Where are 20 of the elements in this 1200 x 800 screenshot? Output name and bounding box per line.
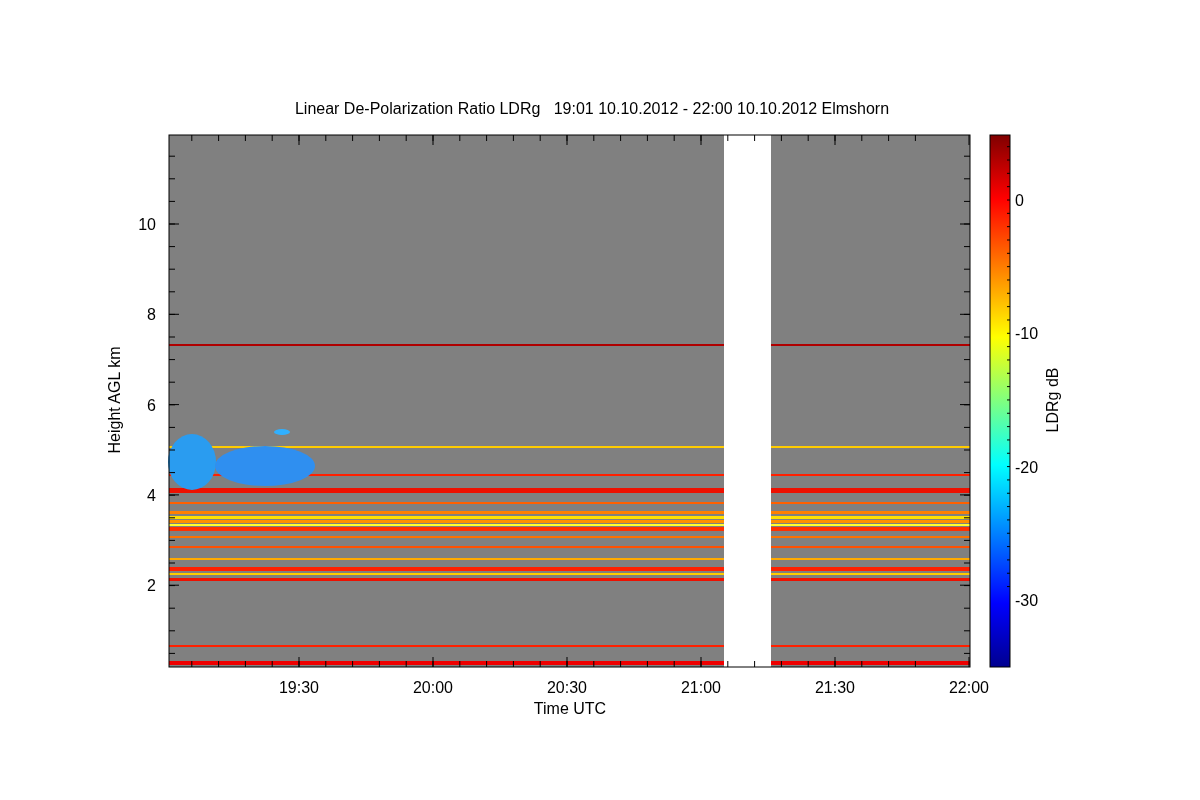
colorbar-tick-label: -30	[1015, 591, 1039, 609]
x-tick-label: 19:30	[279, 679, 319, 696]
x-tick-label: 21:30	[815, 679, 855, 696]
y-tick-label: 10	[138, 216, 156, 233]
x-tick-label: 21:00	[681, 679, 721, 696]
colorbar-tick-label: -20	[1015, 458, 1039, 476]
y-tick-label: 4	[147, 486, 156, 504]
y-axis-label: Height AGL km	[106, 346, 123, 454]
y-tick-label: 8	[147, 306, 156, 324]
x-tick-label: 22:00	[949, 679, 989, 696]
x-axis-label: Time UTC	[533, 700, 607, 717]
y-tick-label: 6	[147, 396, 156, 414]
colorbar-tick-label: 0	[1015, 192, 1024, 209]
colorbar-label: LDRg dB	[1044, 367, 1061, 433]
chart-title: Linear De-Polarization Ratio LDRg 19:01 10.10.2012 - 22:00 10.10.2012 Elmshorn	[294, 100, 890, 117]
x-tick-label: 20:00	[413, 679, 453, 696]
colorbar-tick-label: -10	[1015, 325, 1039, 343]
x-tick-label: 20:30	[547, 679, 587, 696]
cloud-echo	[274, 429, 290, 435]
y-tick-label: 2	[147, 577, 156, 595]
